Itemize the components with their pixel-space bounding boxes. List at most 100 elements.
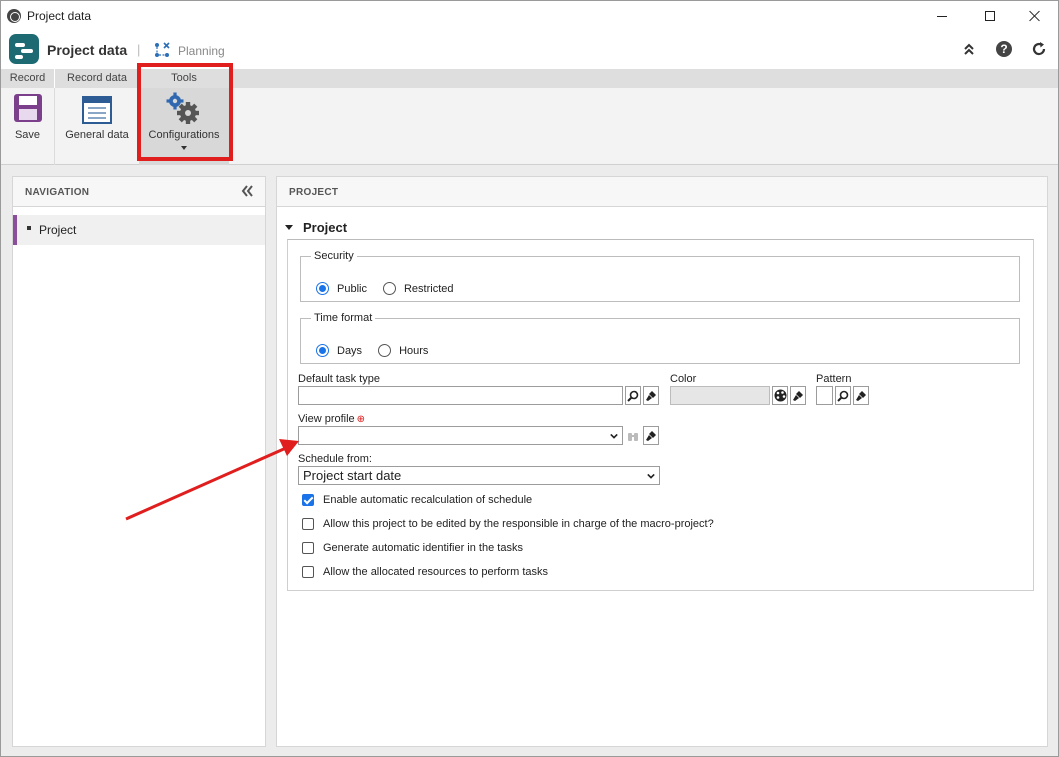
auto-identifier-checkbox[interactable]: [302, 542, 314, 554]
project-panel-title: PROJECT: [289, 187, 339, 198]
clear-task-type-button[interactable]: [643, 386, 659, 405]
close-button[interactable]: [1012, 1, 1058, 31]
eraser-icon: [646, 430, 656, 441]
app-logo-icon: [9, 34, 39, 64]
project-panel: PROJECT Project Security Public Restrict…: [276, 176, 1048, 747]
project-section-toggle[interactable]: Project: [285, 220, 348, 235]
color-palette-button[interactable]: [772, 386, 788, 405]
form-icon: [82, 96, 112, 124]
breadcrumb-planning[interactable]: Planning: [178, 44, 225, 58]
search-icon: [837, 390, 849, 402]
checkbox-row-macro-edit[interactable]: Allow this project to be edited by the r…: [302, 518, 714, 530]
time-format-group: Time format Days Hours: [300, 312, 1020, 364]
configurations-highlight-box: [137, 63, 233, 161]
checkbox-row-recalculation[interactable]: Enable automatic recalculation of schedu…: [302, 494, 532, 506]
radio-restricted-label: Restricted: [403, 282, 454, 295]
caret-down-icon: [285, 225, 293, 230]
eraser-icon: [793, 390, 803, 401]
color-input[interactable]: [670, 386, 770, 405]
schedule-from-select[interactable]: Project start date: [298, 466, 660, 485]
bullet-icon: [27, 226, 31, 230]
clear-view-profile-button[interactable]: [643, 426, 659, 445]
security-legend: Security: [314, 250, 354, 262]
header-separator: |: [137, 42, 141, 57]
minimize-icon: [937, 15, 947, 17]
radio-days[interactable]: [316, 344, 329, 357]
recalculation-checkbox[interactable]: [302, 494, 314, 506]
project-panel-header: PROJECT: [277, 177, 1047, 207]
page-title: Project data: [47, 42, 128, 58]
navigation-title: NAVIGATION: [25, 187, 90, 198]
search-icon: [627, 390, 639, 402]
radio-public[interactable]: [316, 282, 329, 295]
default-task-type-label: Default task type: [298, 373, 380, 385]
required-icon: ⊕: [356, 414, 366, 425]
checkbox-row-auto-identifier[interactable]: Generate automatic identifier in the tas…: [302, 542, 523, 554]
planning-icon: [155, 42, 170, 57]
schedule-from-label: Schedule from:: [298, 453, 372, 465]
radio-days-label: Days: [337, 344, 363, 357]
search-task-type-button[interactable]: [625, 386, 641, 405]
nav-item-label: Project: [39, 223, 77, 237]
view-profile-lookup-button[interactable]: [625, 426, 641, 445]
security-group: Security Public Restricted: [300, 250, 1020, 302]
window-title: Project data: [27, 9, 92, 23]
default-task-type-input[interactable]: [298, 386, 623, 405]
save-label: Save: [14, 129, 41, 141]
radio-restricted[interactable]: [382, 282, 396, 295]
project-section: Security Public Restricted Time format D…: [287, 239, 1034, 591]
project-section-title: Project: [303, 220, 348, 235]
general-data-button[interactable]: General data: [56, 88, 138, 165]
checkbox-row-allocated-resources[interactable]: Allow the allocated resources to perform…: [302, 566, 548, 578]
tab-record[interactable]: Record: [1, 69, 55, 88]
view-profile-label: View profile ⊕: [298, 413, 365, 425]
app-window-icon: [7, 9, 21, 23]
title-bar: Project data: [1, 1, 1058, 31]
double-chevron-up-icon: [964, 43, 974, 55]
radio-public-label: Public: [337, 282, 367, 295]
radio-hours-label: Hours: [399, 344, 429, 357]
allocated-resources-label: Allow the allocated resources to perform…: [323, 566, 548, 578]
allocated-resources-checkbox[interactable]: [302, 566, 314, 578]
close-icon: [1029, 10, 1041, 22]
color-label: Color: [670, 373, 697, 385]
floppy-disk-icon: [14, 94, 42, 122]
chevron-down-icon: [610, 433, 618, 439]
binoculars-icon: [628, 432, 638, 441]
eraser-icon: [646, 390, 656, 401]
application-window: Project data Project data | Planning ? R…: [0, 0, 1059, 757]
minimize-button[interactable]: [919, 1, 965, 31]
pattern-input[interactable]: [816, 386, 833, 405]
palette-icon: [774, 389, 786, 402]
tab-record-data[interactable]: Record data: [56, 69, 138, 88]
macro-edit-label: Allow this project to be edited by the r…: [323, 518, 714, 530]
refresh-button[interactable]: [1030, 40, 1048, 58]
auto-identifier-label: Generate automatic identifier in the tas…: [323, 542, 523, 554]
double-chevron-left-icon: [241, 185, 253, 197]
help-icon: ?: [996, 41, 1012, 57]
time-format-legend: Time format: [314, 312, 373, 324]
save-button[interactable]: Save: [1, 88, 55, 165]
clear-pattern-button[interactable]: [853, 386, 869, 405]
collapse-panel-button[interactable]: [240, 184, 254, 202]
macro-edit-checkbox[interactable]: [302, 518, 314, 530]
navigation-header: NAVIGATION: [13, 177, 265, 207]
recalculation-label: Enable automatic recalculation of schedu…: [323, 494, 533, 506]
chevron-down-icon: [647, 473, 655, 479]
search-pattern-button[interactable]: [835, 386, 851, 405]
maximize-icon: [985, 11, 995, 21]
view-profile-label-text: View profile: [298, 413, 355, 425]
general-data-label: General data: [65, 129, 129, 141]
eraser-icon: [856, 390, 866, 401]
help-button[interactable]: ?: [995, 40, 1013, 58]
schedule-from-value: Project start date: [303, 468, 402, 483]
radio-hours[interactable]: [378, 344, 392, 357]
maximize-button[interactable]: [967, 1, 1013, 31]
refresh-icon: [1032, 42, 1046, 56]
view-profile-select[interactable]: [298, 426, 623, 445]
navigation-panel: NAVIGATION Project: [12, 176, 266, 747]
collapse-header-button[interactable]: [960, 40, 978, 58]
nav-item-project[interactable]: Project: [13, 215, 265, 245]
pattern-label: Pattern: [816, 373, 852, 385]
clear-color-button[interactable]: [790, 386, 806, 405]
